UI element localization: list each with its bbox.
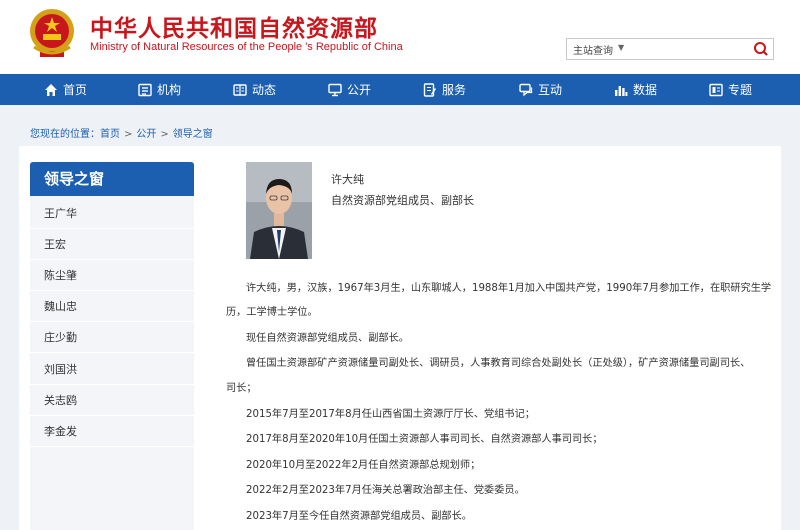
chat-icon — [519, 83, 533, 96]
nav-item-topic[interactable]: 专题 — [709, 74, 752, 105]
nav-item-org[interactable]: 机构 — [138, 74, 181, 105]
bio-paragraph: 2017年8月至2020年10月任国土资源部人事司司长、自然资源部人事司司长； — [246, 434, 603, 445]
site-header: 中华人民共和国自然资源部 Ministry of Natural Resourc… — [0, 0, 800, 74]
breadcrumb-link-leaders[interactable]: 领导之窗 — [173, 129, 213, 140]
service-icon — [423, 82, 436, 97]
bio-paragraph: 2020年10月至2022年2月任自然资源部总规划师； — [246, 460, 481, 471]
monitor-icon — [328, 83, 342, 96]
national-emblem-icon — [30, 9, 74, 57]
breadcrumb: 您现在的位置：首页 > 公开 > 领导之窗 — [30, 125, 213, 140]
nav-label: 专题 — [728, 83, 753, 97]
topic-icon — [709, 83, 723, 96]
breadcrumb-link-home[interactable]: 首页 — [100, 129, 120, 140]
nav-item-home[interactable]: 首页 — [44, 74, 87, 105]
nav-item-data[interactable]: 数据 — [614, 74, 657, 105]
nav-label: 机构 — [157, 83, 182, 97]
nav-item-service[interactable]: 服务 — [423, 74, 466, 105]
site-title-en: Ministry of Natural Resources of the Peo… — [90, 41, 403, 53]
sidebar-item-leader[interactable]: 关志鸥 — [30, 385, 194, 416]
sidebar-item-leader[interactable]: 刘国洪 — [30, 354, 194, 385]
search-icon[interactable] — [751, 40, 771, 58]
breadcrumb-separator: > — [160, 129, 169, 140]
search-bar: 主站查询 ▼ — [566, 38, 774, 60]
org-icon — [138, 83, 152, 96]
nav-label: 数据 — [633, 83, 658, 97]
breadcrumb-link-public[interactable]: 公开 — [136, 129, 156, 140]
bio-paragraph: 现任自然资源部党组成员、副部长。 — [246, 333, 409, 344]
sidebar-item-leader[interactable]: 魏山忠 — [30, 291, 194, 322]
breadcrumb-separator: > — [124, 129, 133, 140]
sidebar-item-leader[interactable]: 王宏 — [30, 229, 194, 260]
bio-paragraph: 曾任国土资源部矿产资源储量司副处长、调研员，人事教育司综合处副处长（正处级），矿… — [246, 358, 751, 369]
sidebar-item-leader[interactable]: 陈尘肇 — [30, 260, 194, 291]
nav-item-news[interactable]: 动态 — [233, 74, 276, 105]
leader-name: 许大纯 — [331, 173, 364, 186]
bio-paragraph: 许大纯，男，汉族，1967年3月生，山东聊城人，1988年1月加入中国共产党，1… — [246, 283, 772, 294]
sidebar-item-leader[interactable]: 王广华 — [30, 198, 194, 229]
news-icon — [233, 83, 247, 96]
sidebar-item-leader[interactable]: 李金发 — [30, 416, 194, 447]
breadcrumb-prefix: 您现在的位置： — [30, 129, 100, 140]
site-title-cn: 中华人民共和国自然资源部 — [90, 16, 378, 42]
bio-paragraph: 历，工学博士学位。 — [226, 307, 318, 318]
bar-chart-icon — [615, 85, 628, 96]
bio-paragraph: 2015年7月至2017年8月任山西省国土资源厅厅长、党组书记； — [246, 409, 535, 420]
search-input[interactable] — [633, 40, 745, 58]
bio-paragraph: 2023年7月至今任自然资源部党组成员、副部长。 — [246, 511, 472, 522]
sidebar-item-leader[interactable]: 庄少勤 — [30, 322, 194, 353]
home-icon — [45, 83, 57, 96]
nav-label: 服务 — [442, 83, 467, 97]
bio-paragraph: 司长； — [226, 383, 257, 394]
leader-sidebar: 领导之窗 王广华 王宏 陈尘肇 魏山忠 庄少勤 刘国洪 关志鸥 李金发 — [30, 162, 194, 530]
main-nav: 首页 机构 动态 公开 服务 互动 数据 专题 — [0, 74, 800, 105]
nav-label: 动态 — [252, 83, 277, 97]
nav-item-public[interactable]: 公开 — [328, 74, 371, 105]
bio-paragraph: 2022年2月至2023年7月任海关总署政治部主任、党委委员。 — [246, 485, 525, 496]
leader-title: 自然资源部党组成员、副部长 — [331, 194, 474, 207]
search-scope-select[interactable]: 主站查询 — [573, 42, 613, 57]
nav-item-interact[interactable]: 互动 — [519, 74, 562, 105]
chevron-down-icon[interactable]: ▼ — [618, 43, 624, 52]
nav-label: 首页 — [63, 83, 88, 97]
leader-portrait-photo — [246, 162, 312, 259]
nav-label: 互动 — [538, 83, 563, 97]
sidebar-heading: 领导之窗 — [30, 162, 194, 196]
nav-label: 公开 — [347, 83, 372, 97]
